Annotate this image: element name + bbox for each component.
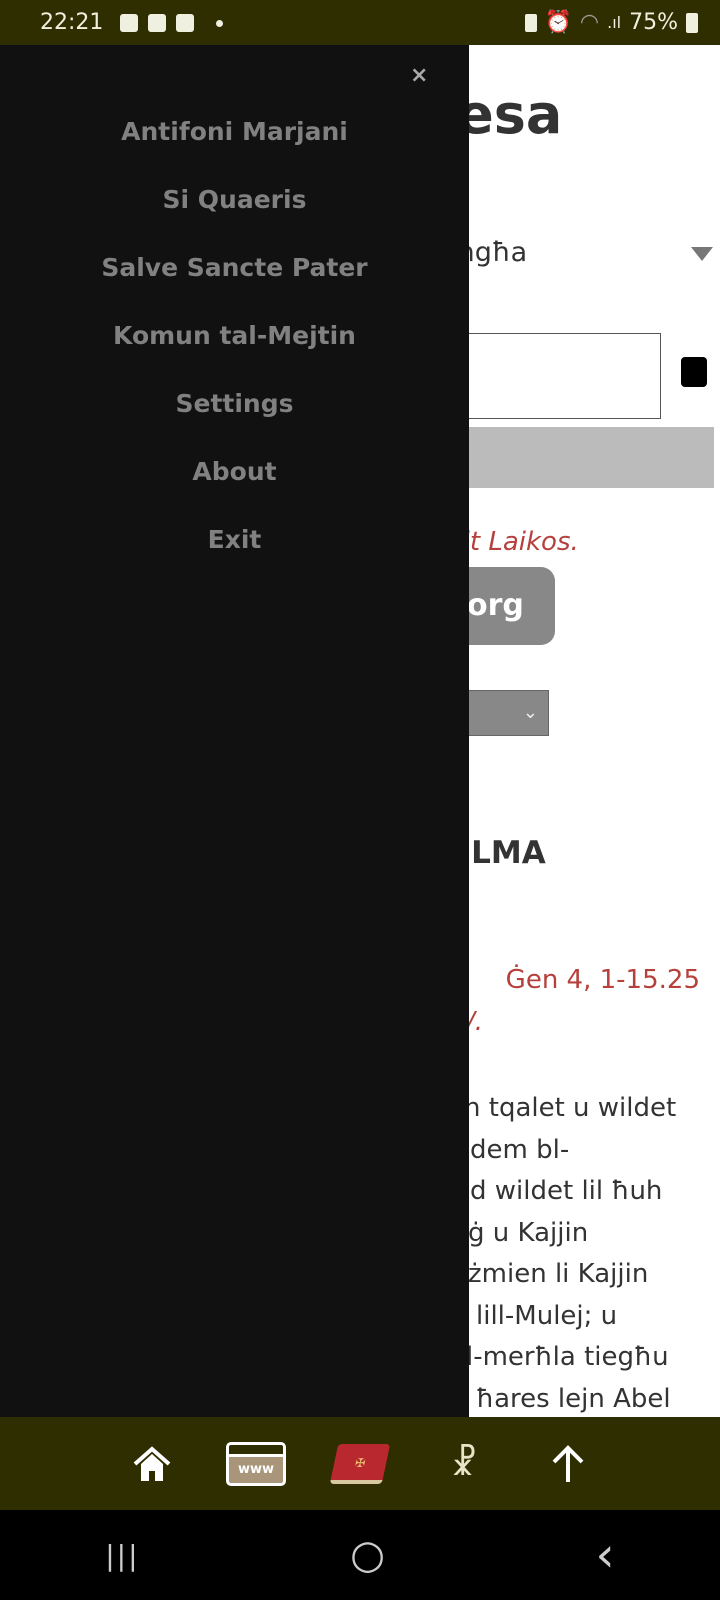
wifi-icon: ◠ xyxy=(579,10,600,35)
home-button[interactable] xyxy=(120,1439,184,1489)
battery-icon xyxy=(686,12,698,33)
menu-item-settings[interactable]: Settings xyxy=(0,389,469,418)
facebook-icon xyxy=(148,14,166,32)
menu-item-si-quaeris[interactable]: Si Quaeris xyxy=(0,185,469,214)
home-nav-button[interactable]: ○ xyxy=(350,1532,385,1578)
status-bar: 22:21 ⏰ ◠ .ıl 75% xyxy=(0,0,720,45)
menu-item-komun-tal-mejtin[interactable]: Komun tal-Mejtin xyxy=(0,321,469,350)
menu-item-salve-sancte-pater[interactable]: Salve Sancte Pater xyxy=(0,253,469,282)
praying-hands-icon: ☧ xyxy=(450,1443,478,1484)
calendar-icon[interactable] xyxy=(681,357,707,387)
menu-item-about[interactable]: About xyxy=(0,457,469,486)
alarm-icon: ⏰ xyxy=(544,10,572,35)
breviary-button[interactable]: ✠ xyxy=(328,1439,392,1489)
dot-icon xyxy=(216,20,223,27)
scroll-top-button[interactable] xyxy=(536,1439,600,1489)
gallery-icon xyxy=(120,14,138,32)
side-drawer: × Antifoni Marjani Si Quaeris Salve Sanc… xyxy=(0,45,469,1417)
website-icon-button[interactable]: www xyxy=(224,1439,288,1489)
website-icon: www xyxy=(226,1441,286,1486)
menu-item-antifoni-marjani[interactable]: Antifoni Marjani xyxy=(0,117,469,146)
recents-button[interactable]: ||| xyxy=(105,1539,139,1572)
breviary-book-icon: ✠ xyxy=(329,1443,391,1484)
prayer-button[interactable]: ☧ xyxy=(432,1439,496,1489)
dropdown-triangle-icon[interactable] xyxy=(691,247,713,261)
clock-app-icon xyxy=(176,14,194,32)
reading-reference: Ġen 4, 1-15.25 xyxy=(505,965,700,995)
back-button[interactable]: ‹ xyxy=(596,1527,615,1583)
home-icon xyxy=(133,1445,171,1481)
close-drawer-button[interactable]: × xyxy=(410,63,428,88)
menu-item-exit[interactable]: Exit xyxy=(0,525,469,554)
system-nav-bar: ||| ○ ‹ xyxy=(0,1510,720,1600)
bottom-toolbar: www ✠ ☧ xyxy=(0,1417,720,1510)
status-time: 22:21 xyxy=(40,10,104,35)
battery-percent: 75% xyxy=(629,10,678,35)
arrow-up-icon xyxy=(552,1444,584,1482)
signal-icon: .ıl xyxy=(607,13,622,32)
battery-saver-icon xyxy=(524,13,537,32)
